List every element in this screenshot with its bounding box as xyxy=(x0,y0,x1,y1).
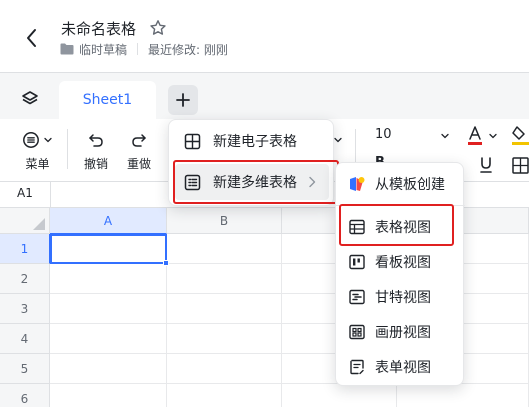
submenu-item-gantt-view[interactable]: 甘特视图 xyxy=(342,280,459,314)
chevron-right-icon xyxy=(309,176,316,188)
underline-button[interactable] xyxy=(478,156,494,174)
fill-color-button[interactable] xyxy=(510,125,529,147)
redo-icon xyxy=(132,134,146,147)
row-header-2[interactable]: 2 xyxy=(0,264,50,294)
font-size-select[interactable]: 10 xyxy=(375,127,392,142)
menu-item-label: 新建多维表格 xyxy=(213,175,297,191)
last-modified: 最近修改: 刚刚 xyxy=(148,42,228,57)
tab-sheet1[interactable]: Sheet1 xyxy=(59,81,156,119)
chevron-down-icon xyxy=(44,137,52,143)
border-grid-icon xyxy=(512,157,529,174)
submenu-item-label: 表单视图 xyxy=(375,360,431,376)
cell[interactable] xyxy=(397,384,529,407)
meta-divider xyxy=(137,43,139,55)
text-color-icon xyxy=(468,126,482,145)
column-header-a[interactable]: A xyxy=(50,208,167,234)
doc-meta: 临时草稿 最近修改: 刚刚 xyxy=(60,41,228,57)
cell[interactable] xyxy=(282,384,397,407)
undo-label: 撤销 xyxy=(84,157,109,171)
row-header-3[interactable]: 3 xyxy=(0,294,50,324)
redo-button[interactable]: 重做 xyxy=(127,131,151,172)
back-button[interactable] xyxy=(22,26,42,50)
sheet-tab-bar: Sheet1 xyxy=(0,73,529,119)
borders-button[interactable] xyxy=(512,157,529,174)
sheet-list-button[interactable] xyxy=(20,89,40,109)
submenu-item-label: 看板视图 xyxy=(375,255,431,271)
grid-icon xyxy=(183,132,201,150)
row-header-1[interactable]: 1 xyxy=(0,234,50,264)
cell[interactable] xyxy=(167,234,282,264)
menu-circle-icon xyxy=(23,132,39,148)
chevron-left-icon xyxy=(27,29,36,47)
cell[interactable] xyxy=(167,324,282,354)
submenu-item-label: 甘特视图 xyxy=(375,290,431,306)
cell[interactable] xyxy=(50,354,167,384)
submenu-item-table-view[interactable]: 表格视图 xyxy=(342,210,459,244)
submenu-item-gallery-view[interactable]: 画册视图 xyxy=(342,315,459,349)
bitable-submenu: 从模板创建 表格视图 看板视图 甘特视图 画册视图 表单视图 xyxy=(335,162,465,386)
text-color-button[interactable] xyxy=(466,125,484,147)
cell[interactable] xyxy=(50,294,167,324)
cell[interactable] xyxy=(167,264,282,294)
select-all-corner[interactable] xyxy=(0,208,50,234)
cell[interactable] xyxy=(50,384,167,407)
table-view-icon xyxy=(348,218,366,236)
table-list-icon xyxy=(183,173,201,191)
submenu-item-label: 表格视图 xyxy=(375,220,431,236)
star-button[interactable] xyxy=(149,19,167,37)
submenu-item-label: 从模板创建 xyxy=(375,177,445,193)
chevron-down-icon[interactable] xyxy=(488,131,498,141)
layers-icon xyxy=(22,91,38,105)
row-header-5[interactable]: 5 xyxy=(0,354,50,384)
kanban-view-icon xyxy=(348,253,366,271)
undo-icon xyxy=(89,134,103,147)
form-view-icon xyxy=(348,358,366,376)
chevron-down-icon[interactable] xyxy=(333,135,343,145)
formula-divider xyxy=(50,182,51,207)
submenu-item-template[interactable]: 从模板创建 xyxy=(342,167,459,201)
folder-icon xyxy=(60,43,74,55)
gantt-view-icon xyxy=(348,288,366,306)
fill-handle[interactable] xyxy=(163,260,169,266)
cell[interactable] xyxy=(167,384,282,407)
cell[interactable] xyxy=(167,294,282,324)
toolbar-divider xyxy=(67,129,68,169)
submenu-divider xyxy=(336,205,465,206)
cell[interactable] xyxy=(50,264,167,294)
plus-icon xyxy=(176,93,190,107)
menu-item-new-spreadsheet[interactable]: 新建电子表格 xyxy=(175,123,329,159)
active-cell-a1[interactable] xyxy=(50,234,167,264)
gallery-view-icon xyxy=(348,323,366,341)
paint-bucket-icon xyxy=(512,126,529,145)
folder-name[interactable]: 临时草稿 xyxy=(79,41,127,58)
cell-reference[interactable]: A1 xyxy=(17,186,33,200)
doc-title[interactable]: 未命名表格 xyxy=(61,18,136,39)
row-header-6[interactable]: 6 xyxy=(0,384,50,407)
column-header-b[interactable]: B xyxy=(167,208,282,234)
submenu-item-form-view[interactable]: 表单视图 xyxy=(342,350,459,384)
row-header-4[interactable]: 4 xyxy=(0,324,50,354)
undo-button[interactable]: 撤销 xyxy=(84,131,108,172)
redo-label: 重做 xyxy=(127,157,152,171)
new-dropdown-menu: 新建电子表格 新建多维表格 xyxy=(168,119,334,206)
submenu-item-kanban-view[interactable]: 看板视图 xyxy=(342,245,459,279)
menu-item-new-bitable[interactable]: 新建多维表格 xyxy=(175,164,329,200)
cell[interactable] xyxy=(167,354,282,384)
doc-header: 未命名表格 临时草稿 最近修改: 刚刚 xyxy=(0,0,529,72)
menu-item-label: 新建电子表格 xyxy=(213,134,297,150)
submenu-item-label: 画册视图 xyxy=(375,325,431,341)
underline-icon xyxy=(480,157,492,173)
menu-button[interactable]: 菜单 xyxy=(22,131,53,172)
template-icon xyxy=(348,175,366,193)
chevron-down-icon[interactable] xyxy=(440,131,450,141)
cell[interactable] xyxy=(50,324,167,354)
add-sheet-button[interactable] xyxy=(168,85,198,115)
menu-label: 菜单 xyxy=(25,157,50,171)
star-icon xyxy=(150,20,166,35)
